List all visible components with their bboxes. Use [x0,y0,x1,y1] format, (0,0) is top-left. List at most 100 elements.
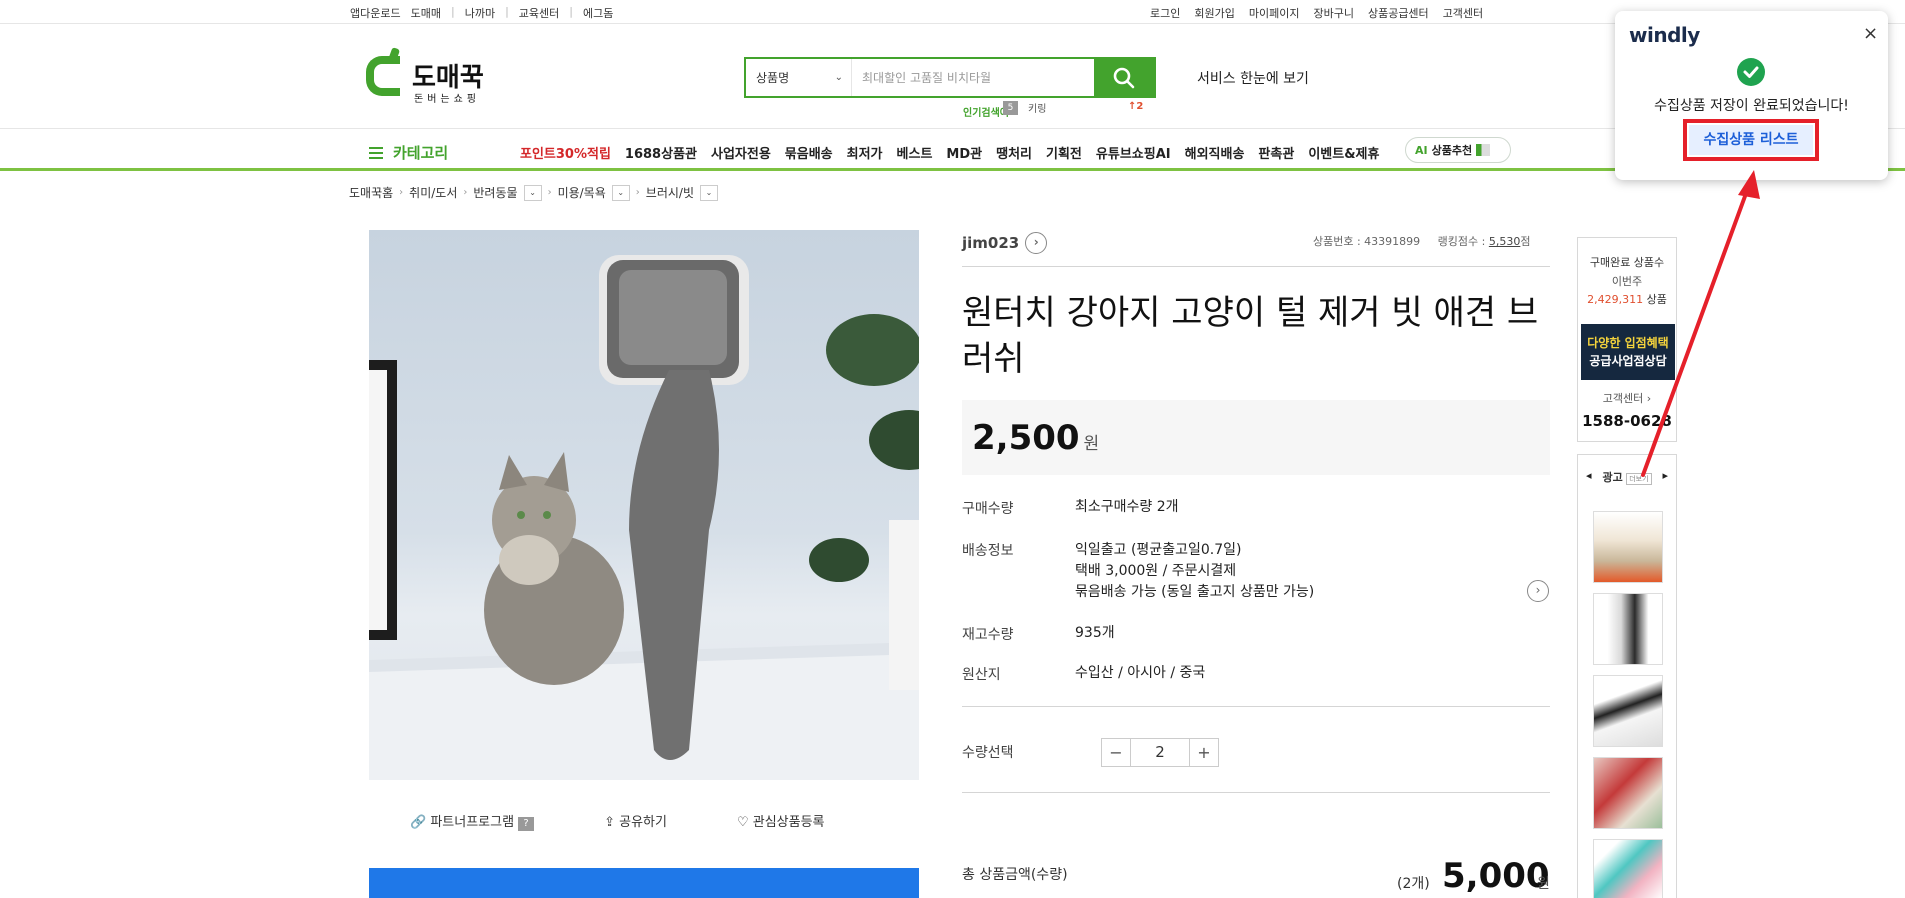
nav-item-best[interactable]: 베스트 [897,143,933,162]
search-bar: 상품명 ⌄ [744,57,1156,98]
chevron-right-icon: › [547,187,552,198]
ad-prev-icon[interactable]: ◂ [1586,469,1592,485]
promo-banner[interactable] [369,868,919,898]
ad-thumbnail[interactable] [1593,839,1663,898]
sidebar-banner-line2: 공급사업점상담 [1589,354,1667,368]
nav-item-1688[interactable]: 1688상품관 [625,143,697,162]
nav-item-business[interactable]: 사업자전용 [711,143,771,162]
wishlist-label: 관심상품등록 [752,815,825,830]
separator: | [450,5,455,18]
nav-item-lowest[interactable]: 최저가 [847,143,883,162]
logo-subtitle: 돈버는쇼핑 [414,94,480,105]
nav-item-youtube[interactable]: 유튜브쇼핑AI [1096,143,1171,162]
sidebar-cs-label[interactable]: 고객센터 › [1578,390,1676,406]
eggdom-link[interactable]: 에그돔 [583,5,613,21]
help-icon[interactable]: ? [518,817,535,831]
top-right-links: 로그인 회원가입 마이페이지 장바구니 상품공급센터 고객센터 [1150,5,1483,21]
nav-item-exhibition[interactable]: 기획전 [1046,143,1082,162]
seller-name: jim023 [962,234,1020,252]
windly-popup: windly × 수집상품 저장이 완료되었습니다! 수집상품 리스트 [1615,11,1888,180]
breadcrumb-dropdown[interactable]: ⌄ [700,184,718,201]
ad-next-icon[interactable]: ▸ [1662,469,1668,485]
ad-thumbnail[interactable] [1593,511,1663,583]
nav-item-md[interactable]: MD관 [946,143,982,162]
seller-link[interactable]: jim023 › [962,232,1048,254]
ad-tag[interactable]: 더보기 [1626,473,1652,485]
search-type-select[interactable]: 상품명 ⌄ [746,59,852,96]
chevron-down-icon: ⌄ [834,72,843,83]
product-meta: 상품번호 : 43391899 랭킹점수 : 5,530점 [1313,233,1530,249]
popular-rank-change: ↑2 [1128,101,1144,112]
nav-item-bundle[interactable]: 묶음배송 [785,143,833,162]
login-link[interactable]: 로그인 [1150,5,1180,21]
ai-label: AI [1415,143,1428,157]
origin-value: 수입산 / 아시아 / 중국 [1075,665,1206,681]
ad-label: 광고 [1602,471,1623,484]
qty-input[interactable]: 2 [1130,739,1190,766]
breadcrumb-grooming[interactable]: 미용/목욕 [558,184,606,201]
chevron-right-circle-icon: › [1527,580,1549,602]
breadcrumb-dropdown[interactable]: ⌄ [611,184,630,201]
heart-icon: ♡ [736,815,749,830]
stock-label: 재고수량 [962,627,1014,643]
nav-item-clearance[interactable]: 땡처리 [996,143,1032,162]
logo-title: 도매꾹 [412,63,484,93]
qty-decrease-button[interactable]: − [1102,739,1130,766]
shipping-line-3: 묶음배송 가능 (동일 출고지 상품만 가능) [1075,584,1315,600]
search-type-value: 상품명 [756,71,790,85]
partner-program-button[interactable]: 🔗 파트너프로그램? [410,811,535,831]
search-button[interactable] [1094,59,1154,96]
chevron-right-icon: › [463,187,468,198]
category-label: 카테고리 [393,144,449,162]
breadcrumb-brush[interactable]: 브러시/빗 [646,184,694,201]
stock-value: 935개 [1075,625,1115,641]
share-button[interactable]: ⇪ 공유하기 [604,811,667,831]
ai-recommend-button[interactable]: AI 상품추천 [1405,137,1511,163]
nav-item-point[interactable]: 포인트30%적립 [520,143,611,162]
product-image[interactable] [369,230,919,780]
category-menu-button[interactable]: 카테고리 [369,142,448,163]
domeme-link[interactable]: 도매매 [411,5,441,21]
wishlist-button[interactable]: ♡ 관심상품등록 [737,811,825,831]
ad-thumbnail[interactable] [1593,593,1663,665]
ranking-score[interactable]: 5,530 [1489,235,1521,248]
windly-logo: windly [1629,23,1700,47]
breadcrumb-pet[interactable]: 반려동물 [473,184,517,201]
sidebar-count: 2,429,311 상품 [1587,293,1667,306]
ad-thumbnail[interactable] [1593,757,1663,829]
ad-thumbnail[interactable] [1593,675,1663,747]
nav-item-event[interactable]: 이벤트&제휴 [1308,143,1379,162]
customer-center-link[interactable]: 고객센터 [1443,5,1483,21]
qty-increase-button[interactable]: + [1190,739,1218,766]
supplier-center-link[interactable]: 상품공급센터 [1368,5,1429,21]
popular-keyword[interactable]: 키링 [1028,100,1046,115]
breadcrumb-hobby[interactable]: 취미/도서 [409,184,457,201]
nav-items: 포인트30%적립 1688상품관 사업자전용 묶음배송 최저가 베스트 MD관 … [520,143,1379,162]
logo-mark-icon [366,56,400,96]
partner-label: 파트너프로그램 [430,815,515,830]
site-logo[interactable]: 도매꾹 돈버는쇼핑 [366,52,506,105]
education-link[interactable]: 교육센터 [519,5,559,21]
breadcrumb-home[interactable]: 도매꾹홈 [349,184,393,201]
breadcrumb: 도매꾹홈 › 취미/도서 › 반려동물 ⌄ › 미용/목욕 ⌄ › 브러시/빗 … [349,184,718,201]
close-icon[interactable]: × [1863,23,1878,44]
shipping-line-2: 택배 3,000원 / 주문시결제 [1075,563,1237,579]
product-number: 상품번호 : 43391899 [1313,235,1421,248]
nakama-link[interactable]: 나까마 [465,5,495,21]
search-input[interactable] [852,59,1094,96]
signup-link[interactable]: 회원가입 [1194,5,1234,21]
nav-item-overseas[interactable]: 해외직배송 [1185,143,1245,162]
price-box: 2,500 원 [962,400,1550,475]
app-download-link[interactable]: 앱다운로드 [350,5,401,21]
service-overview-link[interactable]: 서비스 한눈에 보기 [1197,68,1309,88]
sidebar-banner[interactable]: 다양한 입점혜택 공급사업점상담 [1581,324,1675,380]
nav-item-promo[interactable]: 판촉관 [1258,143,1294,162]
breadcrumb-dropdown[interactable]: ⌄ [523,184,542,201]
min-qty-value: 최소구매수량 2개 [1075,499,1179,515]
link-icon: 🔗 [410,815,427,830]
cart-link[interactable]: 장바구니 [1313,5,1353,21]
collected-list-button[interactable]: 수집상품 리스트 [1689,125,1813,155]
mypage-link[interactable]: 마이페이지 [1249,5,1300,21]
shipping-detail-button[interactable]: › [1527,579,1549,602]
product-price: 2,500 원 [972,418,1100,458]
